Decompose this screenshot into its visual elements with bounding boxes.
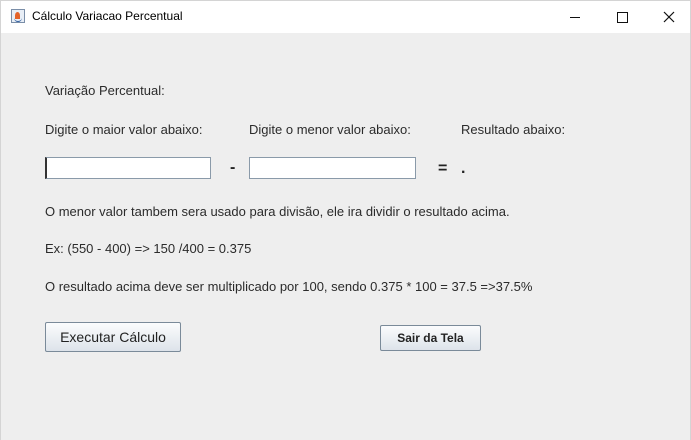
- max-value-label: Digite o maior valor abaixo:: [45, 122, 203, 137]
- close-button[interactable]: [646, 1, 691, 33]
- minimize-icon: [570, 16, 580, 18]
- java-app-icon: [11, 9, 25, 23]
- min-value-input[interactable]: [249, 157, 416, 179]
- min-value-label: Digite o menor valor abaixo:: [249, 122, 411, 137]
- max-value-input[interactable]: [45, 157, 211, 179]
- minus-sign: -: [230, 159, 236, 176]
- equals-sign: =: [438, 160, 448, 177]
- minimize-button[interactable]: [552, 1, 598, 33]
- title-bar[interactable]: Cálculo Variacao Percentual: [1, 1, 690, 33]
- execute-calculation-button[interactable]: Executar Cálculo: [45, 322, 181, 352]
- result-value: .: [461, 160, 466, 177]
- window-title: Cálculo Variacao Percentual: [32, 9, 183, 23]
- info-division-text: O menor valor tambem sera usado para div…: [45, 204, 510, 219]
- maximize-button[interactable]: [599, 1, 645, 33]
- info-example-text: Ex: (550 - 400) => 150 /400 = 0.375: [45, 241, 252, 256]
- exit-button[interactable]: Sair da Tela: [380, 325, 481, 351]
- maximize-icon: [616, 11, 628, 23]
- result-label: Resultado abaixo:: [461, 122, 566, 137]
- app-window: Cálculo Variacao Percentual Variação Per…: [0, 0, 691, 440]
- heading-label: Variação Percentual:: [45, 83, 165, 98]
- info-multiply-text: O resultado acima deve ser multiplicado …: [45, 279, 533, 294]
- close-icon: [663, 11, 675, 23]
